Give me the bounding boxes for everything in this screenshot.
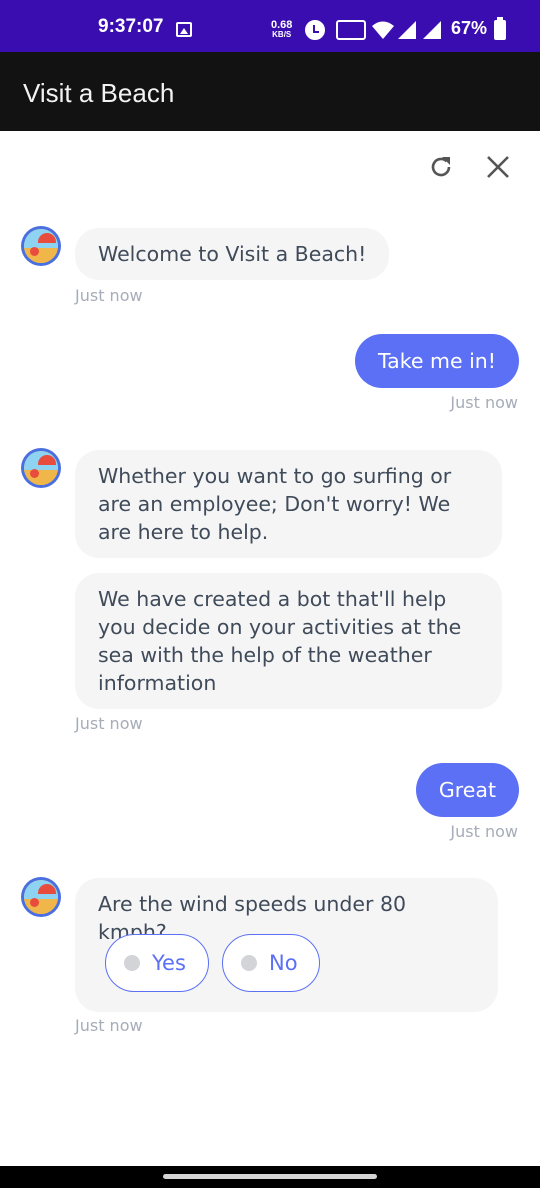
option-no-label: No [269,951,298,975]
status-time: 9:37:07 [98,16,164,37]
bot-message: Welcome to Visit a Beach! [75,228,390,280]
radio-dot-icon [241,955,257,971]
radio-dot-icon [124,955,140,971]
bot-message: Whether you want to go surfing or are an… [75,450,502,558]
battery-percent: 67% [451,18,488,38]
bot-avatar [21,448,61,488]
close-icon[interactable] [485,154,511,180]
navigation-bar [0,1166,540,1188]
message-timestamp: Just now [75,714,143,733]
bot-avatar [21,226,61,266]
message-timestamp: Just now [450,393,518,412]
signal-roaming-icon [423,21,441,39]
alarm-icon [305,20,325,40]
message-timestamp: Just now [450,822,518,841]
network-speed: 0.68 KB/S [271,20,292,40]
wifi-icon [372,21,394,39]
message-timestamp: Just now [75,1016,143,1035]
gallery-icon [176,22,192,37]
home-gesture-handle[interactable] [163,1174,377,1179]
user-message: Great [415,763,519,817]
refresh-icon[interactable] [428,154,454,180]
option-yes-button[interactable]: Yes [105,934,209,992]
status-bar: 9:37:07 0.68 KB/S 67% [0,0,540,52]
signal-icon [398,21,416,39]
battery-icon [494,17,506,40]
option-no-button[interactable]: No [222,934,320,992]
user-message: Take me in! [355,334,519,388]
app-bar: Visit a Beach [0,52,540,131]
vowifi-icon [336,20,366,40]
bot-avatar [21,877,61,917]
network-speed-unit: KB/S [272,30,292,39]
bot-message: We have created a bot that'll help you d… [75,573,502,709]
page-title: Visit a Beach [23,78,175,108]
option-yes-label: Yes [152,951,186,975]
message-timestamp: Just now [75,286,143,305]
